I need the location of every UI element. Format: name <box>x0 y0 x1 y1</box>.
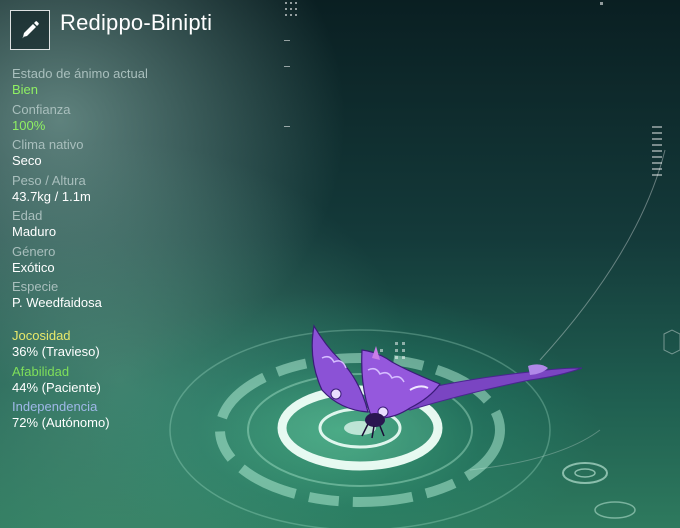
trait-label: Afabilidad <box>12 363 70 379</box>
stat-gender: Género Exótico <box>12 244 212 280</box>
stat-value: Maduro <box>12 224 57 239</box>
stat-native-climate: Clima nativo Seco <box>12 137 212 173</box>
trait-label: Jocosidad <box>12 328 71 343</box>
trait-value: 36% (Travieso) <box>12 344 100 359</box>
pet-header: Redippo-Binipti <box>10 10 212 50</box>
stat-age: Edad Maduro <box>12 208 212 244</box>
trait-value: 44% (Paciente) <box>12 379 101 395</box>
stat-label: Género <box>12 243 56 259</box>
stat-weight-height: Peso / Altura 43.7kg / 1.1m <box>12 173 212 209</box>
stat-label: Especie <box>12 279 59 294</box>
stat-value: Seco <box>12 153 42 168</box>
stat-label: Clima nativo <box>12 137 84 152</box>
trait-friendliness: Afabilidad 44% (Paciente) <box>12 364 212 400</box>
trait-value: 72% (Autónomo) <box>12 415 110 430</box>
stat-value: 100% <box>12 117 46 133</box>
trait-playfulness: Jocosidad 36% (Travieso) <box>12 328 212 364</box>
stat-label: Estado de ánimo actual <box>12 66 148 81</box>
trait-independence: Independencia 72% (Autónomo) <box>12 399 212 435</box>
pet-stats-panel: Estado de ánimo actual Bien Confianza 10… <box>12 66 212 315</box>
edit-name-button[interactable] <box>10 10 50 50</box>
stat-value: Bien <box>12 82 39 97</box>
stat-value: Exótico <box>12 259 55 275</box>
pencil-icon <box>22 21 39 39</box>
stat-label: Confianza <box>12 101 71 117</box>
hexagon-marker <box>663 329 680 355</box>
stat-trust: Confianza 100% <box>12 102 212 138</box>
decorative-arc-line <box>539 149 666 361</box>
hud-dots <box>284 2 603 127</box>
trait-label: Independencia <box>12 399 98 414</box>
pet-traits-panel: Jocosidad 36% (Travieso) Afabilidad 44% … <box>12 328 212 435</box>
pedestal-rings <box>169 329 636 528</box>
hud-tick-bars <box>652 126 662 176</box>
stat-value: P. Weedfaidosa <box>12 295 102 310</box>
stat-value: 43.7kg / 1.1m <box>12 188 91 204</box>
stat-species: Especie P. Weedfaidosa <box>12 279 212 315</box>
stat-label: Peso / Altura <box>12 172 86 188</box>
stat-label: Edad <box>12 208 43 223</box>
pet-name: Redippo-Binipti <box>60 10 213 35</box>
stat-mood: Estado de ánimo actual Bien <box>12 66 212 102</box>
